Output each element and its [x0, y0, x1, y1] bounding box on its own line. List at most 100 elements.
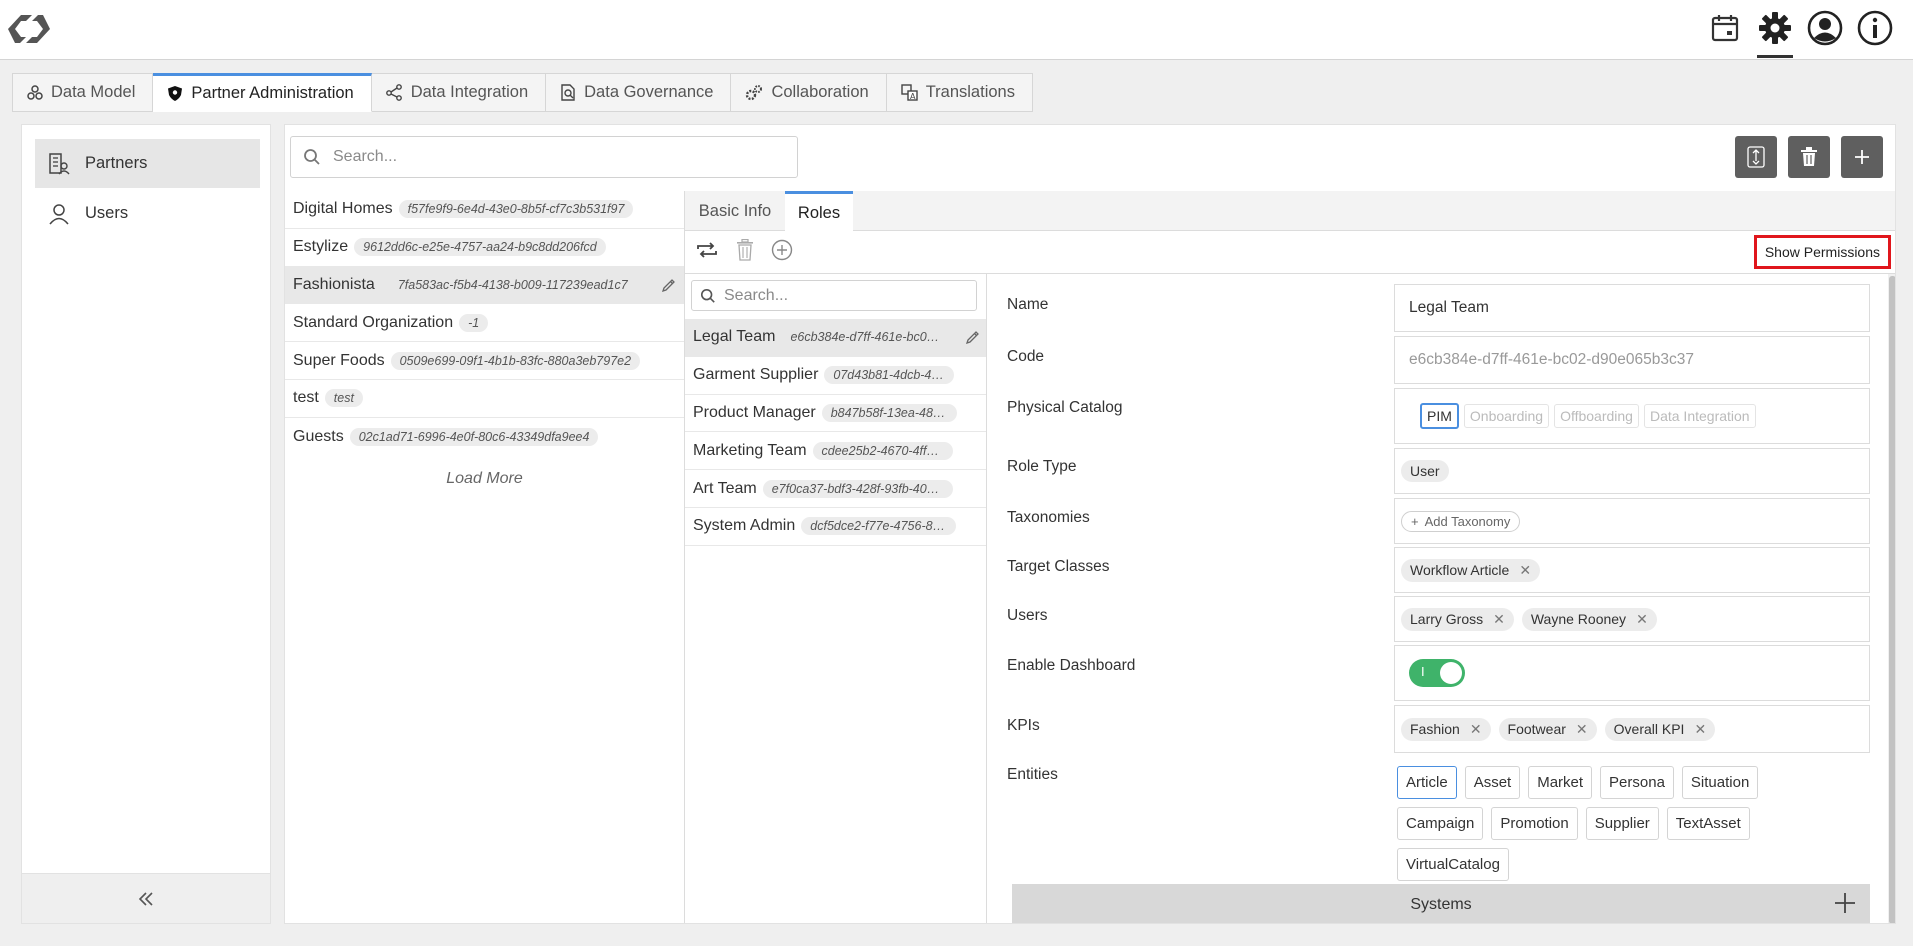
list-item[interactable]: Garment Supplier 07d43b81-4dcb-4e... — [685, 357, 986, 395]
systems-section-header[interactable]: Systems — [1012, 884, 1870, 923]
entity-option[interactable]: TextAsset — [1666, 807, 1750, 840]
tab-basic-info[interactable]: Basic Info — [685, 191, 785, 231]
kpis-field[interactable]: Fashion ✕ Footwear ✕ Overall KPI ✕ — [1394, 705, 1870, 753]
form-scrollbar[interactable] — [1888, 274, 1895, 923]
list-item[interactable]: Estylize 9612dd6c-e25e-4757-aa24-b9c8dd20… — [285, 229, 684, 267]
sidebar-item-label: Users — [85, 204, 129, 222]
list-item[interactable]: Super Foods 0509e699-09f1-4b1b-83fc-880a3… — [285, 342, 684, 380]
sync-icon — [1747, 146, 1765, 168]
sidebar-item-users[interactable]: Users — [35, 189, 260, 238]
list-item[interactable]: System Admin dcf5dce2-f77e-4756-8e... — [685, 508, 986, 546]
remove-icon[interactable]: ✕ — [1470, 721, 1482, 738]
role-id: e6cb384e-d7ff-461e-bc02-d... — [790, 330, 952, 345]
role-name: Art Team — [693, 479, 757, 497]
list-item[interactable]: Marketing Team cdee25b2-4670-4ffb-... — [685, 432, 986, 471]
gear-icon[interactable] — [1757, 8, 1793, 58]
tab-partner-administration[interactable]: Partner Administration — [153, 73, 372, 112]
list-item[interactable]: Product Manager b847b58f-13ea-48d... — [685, 395, 986, 433]
catalog-option-onboarding[interactable]: Onboarding — [1463, 404, 1550, 428]
list-item[interactable]: Legal Team e6cb384e-d7ff-461e-bc02-d... — [685, 319, 986, 357]
logo-icon[interactable] — [6, 9, 52, 49]
add-taxonomy-button[interactable]: + Add Taxonomy — [1401, 510, 1521, 532]
collapse-sidebar-button[interactable] — [22, 873, 270, 923]
share-icon — [385, 84, 402, 101]
tab-data-model[interactable]: Data Model — [12, 73, 154, 112]
partner-id: f57fe9f9-6e4d-43e0-8b5f-cf7c3b531f97 — [398, 200, 634, 219]
add-circle-icon[interactable] — [771, 239, 793, 261]
tab-translations[interactable]: A Translations — [886, 73, 1033, 112]
entity-option[interactable]: Article — [1397, 766, 1457, 799]
field-label: Role Type — [1007, 458, 1077, 475]
entity-option[interactable]: VirtualCatalog — [1397, 848, 1509, 881]
catalog-option-offboarding[interactable]: Offboarding — [1554, 404, 1639, 428]
role-id: 07d43b81-4dcb-4e... — [824, 366, 955, 385]
list-item[interactable]: Standard Organization -1 — [285, 304, 684, 343]
sidebar-item-label: Partners — [85, 154, 148, 172]
remove-icon[interactable]: ✕ — [1519, 562, 1531, 579]
taxonomies-field: + Add Taxonomy — [1394, 498, 1870, 544]
role-type-field[interactable]: User — [1394, 448, 1870, 494]
scrollbar-thumb[interactable] — [1889, 276, 1895, 923]
pencil-icon[interactable] — [965, 330, 980, 345]
tab-data-governance[interactable]: Data Governance — [546, 73, 732, 112]
roles-toolbar — [695, 239, 793, 261]
trash-icon[interactable] — [735, 239, 755, 261]
toggle-on-mark: I — [1421, 664, 1425, 679]
role-name: Marketing Team — [693, 441, 807, 459]
entity-option[interactable]: Campaign — [1397, 807, 1484, 840]
target-classes-field[interactable]: Workflow Article ✕ — [1394, 547, 1870, 593]
tab-roles[interactable]: Roles — [785, 191, 853, 232]
roles-search-input[interactable] — [724, 286, 945, 305]
catalog-option-pim[interactable]: PIM — [1420, 403, 1459, 429]
list-item[interactable]: Digital Homes f57fe9f9-6e4d-43e0-8b5f-cf7… — [285, 191, 684, 229]
remove-icon[interactable]: ✕ — [1493, 611, 1505, 628]
info-icon[interactable] — [1857, 8, 1893, 48]
name-value: Legal Team — [1409, 299, 1489, 316]
remove-icon[interactable]: ✕ — [1576, 721, 1588, 738]
field-label: Enable Dashboard — [1007, 657, 1136, 674]
role-name: System Admin — [693, 517, 796, 535]
role-name: Legal Team — [693, 328, 776, 346]
remove-icon[interactable]: ✕ — [1636, 611, 1648, 628]
list-item[interactable]: Guests 02c1ad71-6996-4e0f-80c6-43349dfa9e… — [285, 418, 684, 456]
tab-data-integration[interactable]: Data Integration — [371, 73, 547, 112]
load-more-link[interactable]: Load More — [285, 470, 684, 488]
list-item[interactable]: Fashionista 7fa583ac-f5b4-4138-b009-11723… — [285, 266, 684, 305]
show-permissions-button[interactable]: Show Permissions — [1753, 235, 1891, 269]
entity-option[interactable]: Supplier — [1585, 807, 1659, 840]
partner-id: test — [324, 389, 363, 408]
list-item[interactable]: Art Team e7f0ca37-bdf3-428f-93fb-40df... — [685, 470, 986, 508]
kpi-chip: Fashion ✕ — [1401, 717, 1491, 741]
tab-collaboration[interactable]: Collaboration — [731, 73, 887, 112]
sidebar-item-partners[interactable]: Partners — [35, 139, 260, 188]
user-icon[interactable] — [1807, 8, 1843, 48]
chip-label: Workflow Article — [1410, 562, 1510, 578]
refresh-icon[interactable] — [695, 240, 719, 260]
entity-option[interactable]: Asset — [1464, 766, 1521, 799]
partner-id: 7fa583ac-f5b4-4138-b009-117239ead1c7 — [397, 277, 628, 292]
roles-search — [691, 280, 977, 311]
entity-option[interactable]: Persona — [1600, 766, 1674, 799]
entity-option[interactable]: Situation — [1681, 766, 1759, 799]
partner-search-input[interactable] — [333, 148, 729, 166]
pencil-icon[interactable] — [661, 278, 676, 293]
sync-button[interactable] — [1735, 136, 1777, 178]
catalog-option-data-integration[interactable]: Data Integration — [1643, 404, 1756, 428]
users-field[interactable]: Larry Gross ✕ Wayne Rooney ✕ — [1394, 596, 1870, 642]
partner-detail: Basic Info Roles Show Permissions Legal … — [685, 191, 1895, 923]
dashboard-toggle[interactable]: I — [1409, 659, 1465, 687]
entity-option[interactable]: Market — [1528, 766, 1593, 799]
name-field[interactable]: Legal Team — [1394, 284, 1870, 332]
expand-plus-icon[interactable] — [1832, 890, 1858, 916]
partner-id: 02c1ad71-6996-4e0f-80c6-43349dfa9ee4 — [349, 427, 599, 446]
partner-id: 0509e699-09f1-4b1b-83fc-880a3eb797e2 — [390, 351, 641, 370]
list-item[interactable]: test test — [285, 380, 684, 418]
partners-icon — [49, 152, 70, 174]
entity-option[interactable]: Promotion — [1491, 807, 1578, 840]
role-form: Name Legal Team Code e6cb384e-d7ff-461e-… — [987, 273, 1895, 923]
calendar-icon[interactable] — [1707, 8, 1743, 48]
field-label: Physical Catalog — [1007, 399, 1123, 416]
remove-icon[interactable]: ✕ — [1694, 721, 1706, 738]
add-button[interactable] — [1841, 136, 1883, 178]
delete-button[interactable] — [1788, 136, 1830, 178]
